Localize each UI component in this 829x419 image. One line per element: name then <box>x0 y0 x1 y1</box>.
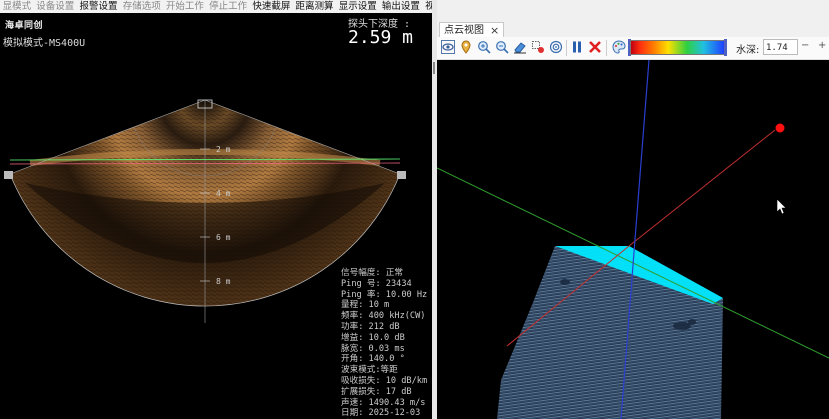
info-line: 信号幅度: 正常 <box>341 268 403 278</box>
eraser-icon[interactable] <box>512 39 528 55</box>
y-axis <box>628 129 776 247</box>
menu-bar: 显模式 设备设置 报警设置 存储选项 开始工作 停止工作 快速截屏 距离测算 显示设置 输出设置视… <box>0 0 434 13</box>
menu-item[interactable]: 报警设置 <box>77 0 120 13</box>
zoom-in-icon[interactable] <box>476 39 492 55</box>
brand-logo: 海卓同创 <box>5 21 44 31</box>
info-line: 开角: 140.0 ° <box>341 354 405 365</box>
mode-label: 模拟模式-MS400U <box>3 38 86 49</box>
transducer-depth-value: 2.59 m <box>348 27 414 48</box>
depth-colorbar[interactable] <box>630 40 725 55</box>
close-icon[interactable]: × <box>490 23 499 38</box>
water-depth-field[interactable]: 1.74 <box>763 39 798 55</box>
info-line: 波束模式:等距 <box>341 365 398 376</box>
colorbar-right-cap[interactable] <box>724 39 727 56</box>
splitter-grip[interactable] <box>433 62 435 74</box>
pointcloud-toolbar: 水深: 1.74 − + <box>437 37 829 60</box>
menu-item[interactable]: 存储选项 <box>120 0 163 13</box>
info-line: 量程: 10 m <box>341 300 390 311</box>
menu-item[interactable]: 输出设置 <box>379 0 422 13</box>
menu-item[interactable]: 显示设置 <box>336 0 379 13</box>
menu-item[interactable]: 显模式 <box>0 0 34 13</box>
sonar-info-panel: 信号幅度: 正常 Ping 号: 23434 Ping 率: 10.00 Hz 量程:… <box>341 268 431 419</box>
menu-item[interactable]: 快速截屏 <box>250 0 293 13</box>
pause-icon[interactable] <box>569 39 585 55</box>
info-line: 吸收损失: 10 dB/km <box>341 375 428 386</box>
depth-decrease-button[interactable]: − <box>801 40 809 51</box>
range-mark-4m: 4 m <box>216 189 231 198</box>
info-line: 日期: 2025-12-03 <box>341 408 421 419</box>
toolbar-separator <box>606 40 607 56</box>
seafloor-surface <box>497 246 723 419</box>
target-icon[interactable] <box>548 39 564 55</box>
eye-icon[interactable] <box>440 39 456 55</box>
target-marker <box>775 123 785 133</box>
sonar-display[interactable]: 2 m 4 m 6 m 8 m 海卓同创 模拟模式-MS400U 探头下深度 :… <box>0 13 432 419</box>
water-depth-label: 水深: <box>736 45 760 56</box>
menu-item[interactable]: 设备设置 <box>34 0 77 13</box>
info-line: 声速: 1490.43 m/s <box>341 397 426 408</box>
select-icon[interactable] <box>530 39 546 55</box>
tab-bar: 点云视图 × <box>437 0 829 38</box>
range-mark-8m: 8 m <box>216 277 231 286</box>
info-line: Ping 号: 23434 <box>341 278 412 289</box>
zoom-out-icon[interactable] <box>494 39 510 55</box>
stop-icon[interactable] <box>587 39 603 55</box>
palette-icon[interactable] <box>611 39 627 55</box>
pointcloud-3d-view[interactable] <box>437 60 829 419</box>
toolbar-separator <box>566 40 567 56</box>
info-line: Ping 率: 10.00 Hz <box>341 289 428 300</box>
menu-item[interactable]: 开始工作 <box>163 0 206 13</box>
info-line: 扩展损失: 17 dB <box>341 386 412 397</box>
info-line: 脉宽: 0.03 ms <box>341 343 405 354</box>
menu-item[interactable]: 距离测算 <box>293 0 336 13</box>
tab-pointcloud-label: 点云视图 <box>444 25 484 36</box>
range-mark-2m: 2 m <box>216 145 231 154</box>
info-line: 频率: 400 kHz(CW) <box>341 311 426 322</box>
depth-increase-button[interactable]: + <box>818 40 826 51</box>
range-mark-6m: 6 m <box>216 233 231 242</box>
menu-item[interactable]: 停止工作 <box>207 0 250 13</box>
info-line: 功率: 212 dB <box>341 321 400 332</box>
pointcloud-panel: 点云视图 × 水深: 1.74 − + <box>437 0 829 419</box>
info-line: 增益: 10.0 dB <box>341 332 405 343</box>
mouse-cursor <box>776 198 787 215</box>
tab-pointcloud[interactable]: 点云视图 × <box>439 22 505 38</box>
pin-icon[interactable] <box>458 39 474 55</box>
